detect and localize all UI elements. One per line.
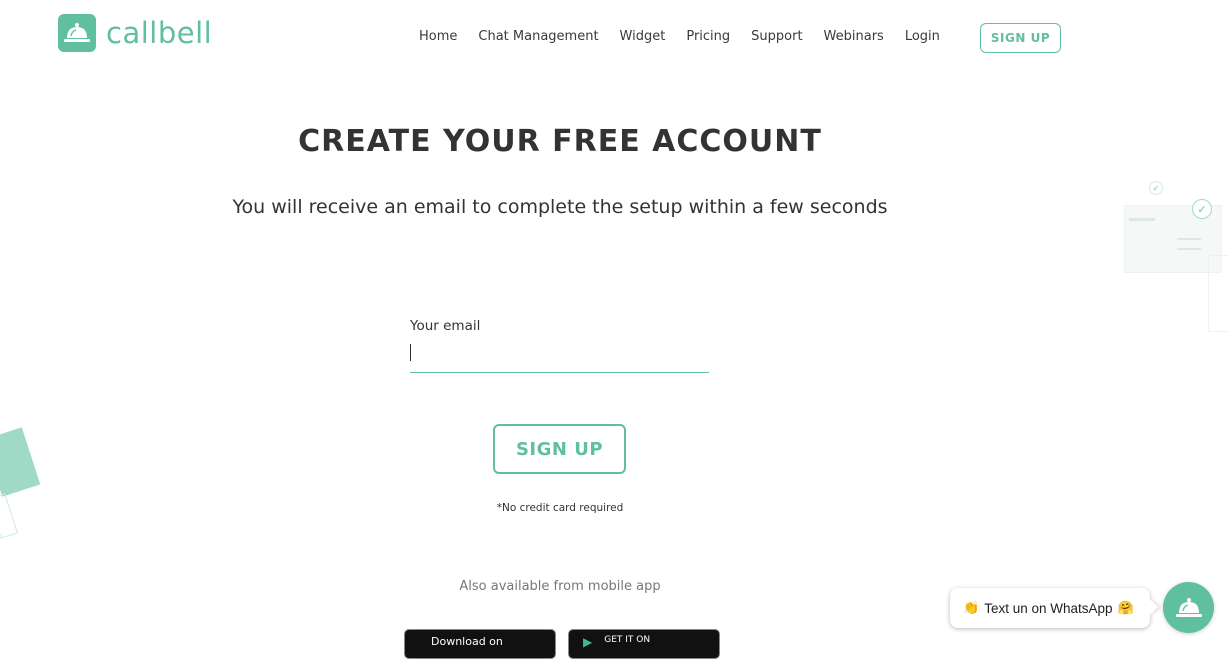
main-nav: Home Chat Management Widget Pricing Supp…	[419, 29, 961, 44]
check-icon: ✓	[1192, 199, 1212, 219]
nav-login[interactable]: Login	[905, 29, 940, 44]
nav-widget[interactable]: Widget	[620, 29, 666, 44]
bell-icon	[1175, 597, 1202, 617]
check-icon: ✓	[1149, 181, 1163, 195]
nav-chat-management[interactable]: Chat Management	[478, 29, 598, 44]
google-play-label: GET IT ON	[604, 635, 651, 645]
app-store-label: Download on	[431, 635, 503, 648]
decorative-frame	[1208, 255, 1228, 332]
email-field[interactable]	[410, 340, 709, 373]
nav-pricing[interactable]: Pricing	[686, 29, 730, 44]
signup-button[interactable]: SIGN UP	[493, 424, 626, 474]
whatsapp-prompt-text: Text un on WhatsApp	[984, 600, 1113, 616]
nav-webinars[interactable]: Webinars	[824, 29, 884, 44]
page-subtitle: You will receive an email to complete th…	[232, 196, 888, 218]
callbell-logo[interactable]: callbell	[58, 14, 212, 52]
play-icon: ▶	[583, 635, 593, 649]
text-cursor	[410, 344, 411, 361]
logo-text: callbell	[106, 16, 213, 50]
whatsapp-prompt[interactable]: 👏 Text un on WhatsApp 🤗	[950, 588, 1150, 628]
decorative-shape	[0, 427, 41, 497]
hugging-face-icon: 🤗	[1117, 600, 1134, 615]
google-play-badge[interactable]: ▶ GET IT ON	[568, 629, 720, 659]
page-title: CREATE YOUR FREE ACCOUNT	[298, 124, 822, 159]
bell-icon	[58, 14, 96, 52]
email-label: Your email	[410, 318, 481, 334]
nav-home[interactable]: Home	[419, 29, 457, 44]
header-signup-button[interactable]: SIGN UP	[980, 23, 1061, 53]
app-store-badge[interactable]: Download on	[404, 629, 556, 659]
clapping-hands-icon: 👏	[963, 600, 980, 615]
chat-launcher-button[interactable]	[1163, 582, 1214, 633]
nav-support[interactable]: Support	[751, 29, 802, 44]
no-credit-card-note: *No credit card required	[496, 502, 624, 514]
decorative-frame	[0, 493, 19, 539]
